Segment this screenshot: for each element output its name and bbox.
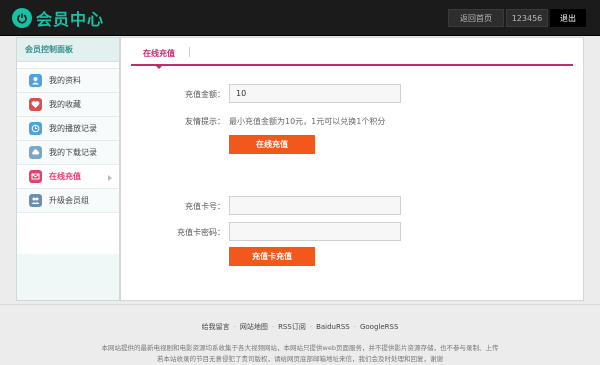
sidebar-item-favorites[interactable]: 我的收藏: [17, 93, 119, 117]
online-recharge-button[interactable]: 在线充值: [229, 135, 315, 154]
footer-link-google-rss[interactable]: GoogleRSS: [360, 323, 398, 331]
sidebar-item-play-history[interactable]: 我的播放记录: [17, 117, 119, 141]
footer-separator: ·: [353, 323, 356, 331]
card-number-input[interactable]: [229, 196, 401, 215]
footer-separator: ·: [309, 323, 313, 331]
amount-input[interactable]: [229, 84, 401, 103]
card-password-input[interactable]: [229, 222, 401, 241]
sidebar-item-label: 升级会员组: [49, 196, 89, 205]
logout-button[interactable]: 退出: [550, 9, 586, 27]
cloud-download-icon: [29, 146, 42, 159]
sidebar-item-download-history[interactable]: 我的下载记录: [17, 141, 119, 165]
tab-bar: 在线充值: [131, 38, 573, 69]
sidebar-title: 会员控制面板: [17, 38, 119, 62]
logo-text: 会员中心: [36, 10, 105, 29]
sidebar-menu: 我的资料 我的收藏 我的播放记录 我的下载记录 在线充值 升级会员组: [17, 68, 119, 213]
main-content: 在线充值 充值金额： 友情提示： 最小充值金额为10元，1元可以兑换1个积分 在…: [120, 37, 584, 301]
group-icon: [29, 194, 42, 207]
card-recharge-button[interactable]: 充值卡充值: [229, 247, 315, 266]
footer-link-sitemap[interactable]: 网站地图: [240, 323, 268, 331]
tab-recharge[interactable]: 在线充值: [143, 48, 175, 59]
sidebar-item-label: 在线充值: [49, 172, 81, 181]
envelope-icon: [29, 170, 42, 183]
active-tab-indicator: [155, 65, 163, 69]
sidebar-item-label: 我的资料: [49, 76, 81, 85]
footer-disclaimer-line1: 本网站提供的最新电视剧和电影资源均系收集于各大视频网站，本网站只提供web页面服…: [101, 344, 499, 352]
username-display[interactable]: 123456: [506, 9, 548, 27]
user-profile-icon: [29, 74, 42, 87]
card-password-label: 充值卡密码：: [177, 228, 225, 237]
footer-link-guestbook[interactable]: 给我留言: [202, 323, 230, 331]
footer-links: 给我留言 · 网站地图 · RSS订阅 · BaiduRSS · GoogleRSS: [0, 322, 600, 332]
footer: 给我留言 · 网站地图 · RSS订阅 · BaiduRSS · GoogleRSS 本网站提供…: [0, 304, 600, 365]
sidebar-item-upgrade-group[interactable]: 升级会员组: [17, 189, 119, 213]
sidebar-item-label: 我的播放记录: [49, 124, 97, 133]
logo-power-icon: [12, 8, 32, 28]
sidebar-filler: [17, 254, 119, 300]
home-link[interactable]: 返回首页: [448, 9, 504, 27]
card-number-label: 充值卡号：: [185, 202, 225, 211]
tip-text: 最小充值金额为10元，1元可以兑换1个积分: [229, 117, 386, 126]
top-header: 会员中心 返回首页 123456 退出: [0, 0, 600, 36]
heart-icon: [29, 98, 42, 111]
footer-separator: ·: [271, 323, 275, 331]
sidebar-item-recharge[interactable]: 在线充值: [17, 165, 119, 189]
amount-label: 充值金额：: [185, 90, 225, 99]
logo[interactable]: 会员中心: [12, 6, 104, 30]
footer-disclaimer-line2: 若本站收录的节目无意侵犯了贵司版权，请给网页底部邮箱地址来信，我们会及时处理和回…: [157, 355, 443, 363]
sidebar-item-profile[interactable]: 我的资料: [17, 69, 119, 93]
history-icon: [29, 122, 42, 135]
footer-link-baidu-rss[interactable]: BaiduRSS: [316, 323, 350, 331]
tab-divider: [189, 47, 190, 57]
sidebar-item-label: 我的收藏: [49, 100, 81, 109]
footer-link-rss[interactable]: RSS订阅: [278, 323, 306, 331]
tip-label: 友情提示：: [185, 117, 225, 126]
footer-separator: ·: [233, 323, 236, 331]
sidebar: 会员控制面板 我的资料 我的收藏 我的播放记录 我的下载记录 在线充值 升级会员…: [16, 37, 120, 301]
sidebar-item-label: 我的下载记录: [49, 148, 97, 157]
